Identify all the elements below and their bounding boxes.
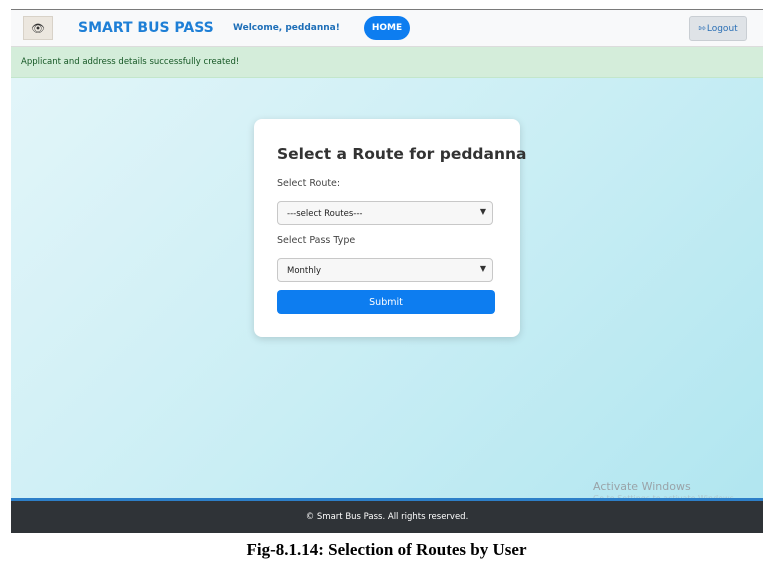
home-button[interactable]: HOME [364,16,410,40]
route-label: Select Route: [277,178,341,189]
browser-page: 👁 SMART BUS PASS Welcome, peddanna! HOME… [11,9,763,533]
eye-logo-icon[interactable]: 👁 [23,16,53,40]
navbar: 👁 SMART BUS PASS Welcome, peddanna! HOME… [11,10,763,47]
logout-icon: ⇰ [698,23,706,34]
welcome-text: Welcome, peddanna! [233,23,340,33]
submit-button[interactable]: Submit [277,290,495,314]
route-select[interactable]: ---select Routes--- ▼ [277,201,493,225]
form-title: Select a Route for peddanna [277,145,527,163]
chevron-down-icon: ▼ [479,207,486,216]
alert-message: Applicant and address details successful… [21,57,240,67]
logout-label: Logout [706,23,738,34]
route-selection-card: Select a Route for peddanna Select Route… [254,119,527,337]
brand-title[interactable]: SMART BUS PASS [78,20,214,36]
activate-windows-watermark: Activate Windows [593,480,691,493]
figure-caption: Fig-8.1.14: Selection of Routes by User [246,540,527,559]
chevron-down-icon: ▼ [479,264,486,273]
main-content: Select a Route for peddanna Select Route… [11,78,763,498]
footer: © Smart Bus Pass. All rights reserved. [11,501,763,533]
pass-type-label: Select Pass Type [277,235,356,246]
pass-type-select[interactable]: Monthly ▼ [277,258,493,282]
route-select-value: ---select Routes--- [287,209,363,219]
logout-button[interactable]: ⇰ Logout [689,16,747,41]
success-alert: Applicant and address details successful… [11,47,763,78]
pass-type-select-value: Monthly [287,266,322,276]
footer-text: © Smart Bus Pass. All rights reserved. [305,512,469,522]
